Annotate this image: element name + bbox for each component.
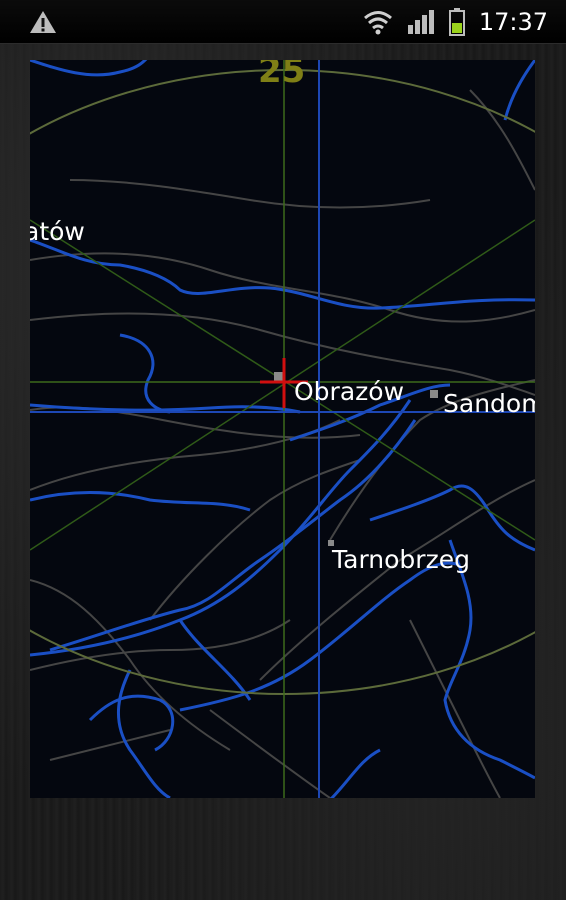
map-view[interactable]: 25 atów Obrazów Sandom Tarnobrzeg: [30, 60, 535, 798]
river-layer: [30, 60, 535, 798]
city-label-sandomierz[interactable]: Sandom: [443, 389, 535, 418]
road-layer: [30, 89, 535, 798]
status-clock: 17:37: [478, 7, 548, 36]
range-ring-label: 25: [258, 60, 305, 91]
wifi-icon: [363, 10, 392, 34]
grid-lines: [30, 60, 535, 798]
map-canvas[interactable]: 25 atów Obrazów Sandom Tarnobrzeg: [30, 60, 535, 798]
warning-icon: [30, 11, 56, 33]
city-label-partial-left[interactable]: atów: [30, 217, 85, 246]
battery-icon: [448, 7, 465, 36]
status-bar: 17:37: [0, 0, 566, 44]
signal-icon: [407, 9, 434, 34]
bearing-lines: [30, 60, 535, 798]
city-label-obrazow[interactable]: Obrazów: [294, 377, 404, 406]
city-label-tarnobrzeg[interactable]: Tarnobrzeg: [331, 545, 470, 574]
